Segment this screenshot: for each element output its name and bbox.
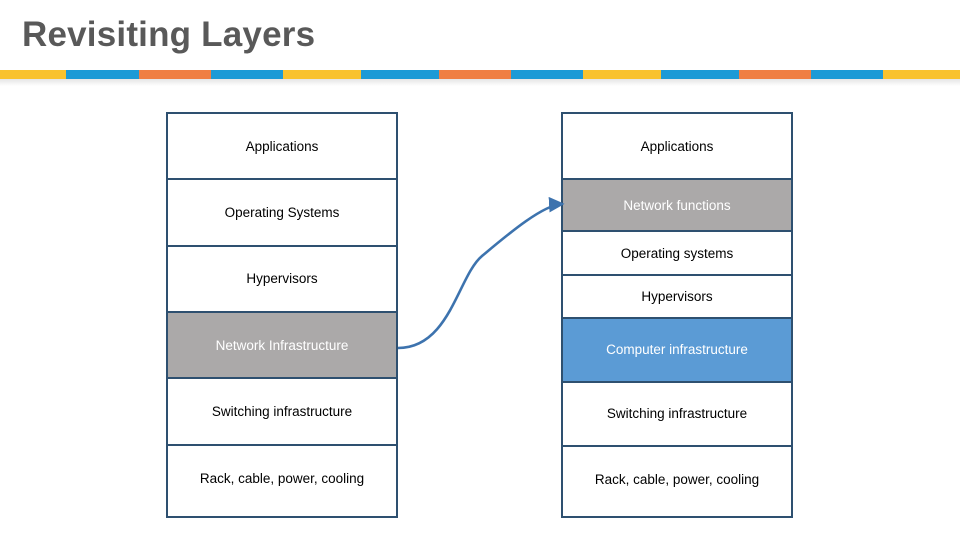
divider-segment-8 (583, 70, 661, 79)
right-layer-stack: Applications Network functions Operating s… (561, 112, 793, 518)
layer-box: Hypervisors (563, 276, 791, 319)
layer-label: Switching infrastructure (606, 406, 748, 422)
left-layer-stack: Applications Operating Systems Hypervisors… (166, 112, 398, 518)
divider-segment-0 (0, 70, 66, 79)
layer-box: Switching infrastructure (168, 379, 396, 446)
layer-box: Hypervisors (168, 246, 396, 313)
divider-segment-1 (66, 70, 139, 79)
divider-shadow (0, 79, 960, 86)
divider-segment-3 (211, 70, 283, 79)
divider-segment-7 (511, 70, 583, 79)
layer-label: Applications (245, 138, 319, 154)
layer-box: Switching infrastructure (563, 382, 791, 447)
layer-box: Applications (563, 114, 791, 180)
divider-segment-9 (661, 70, 739, 79)
layer-label: Network functions (623, 197, 731, 213)
layer-box: Network Infrastructure (168, 312, 396, 380)
layer-label: Hypervisors (641, 288, 713, 304)
layer-label: Applications (640, 138, 714, 154)
divider-segment-5 (361, 70, 439, 79)
layer-box: Rack, cable, power, cooling (168, 445, 396, 512)
layer-box: Rack, cable, power, cooling (563, 446, 791, 512)
layer-box: Applications (168, 114, 396, 181)
divider-segment-11 (811, 70, 883, 79)
divider-segment-2 (139, 70, 211, 79)
layer-box: Computer infrastructure (563, 318, 791, 383)
divider-segment-6 (439, 70, 511, 79)
layer-label: Operating Systems (224, 204, 340, 220)
page-title: Revisiting Layers (22, 15, 316, 54)
layer-label: Rack, cable, power, cooling (594, 471, 760, 487)
layer-label: Switching infrastructure (211, 403, 353, 419)
layer-label: Network Infrastructure (215, 337, 349, 353)
divider-color-bar (0, 70, 960, 79)
layer-box: Operating Systems (168, 180, 396, 247)
connector-arrow (397, 196, 565, 350)
divider-segment-10 (739, 70, 811, 79)
divider-segment-12 (883, 70, 960, 79)
layer-label: Computer infrastructure (606, 342, 748, 358)
layer-label: Operating systems (620, 245, 734, 261)
layer-box: Network functions (563, 180, 791, 233)
layer-box: Operating systems (563, 232, 791, 277)
layer-label: Hypervisors (246, 271, 318, 287)
layer-label: Rack, cable, power, cooling (199, 471, 365, 487)
divider-segment-4 (283, 70, 361, 79)
